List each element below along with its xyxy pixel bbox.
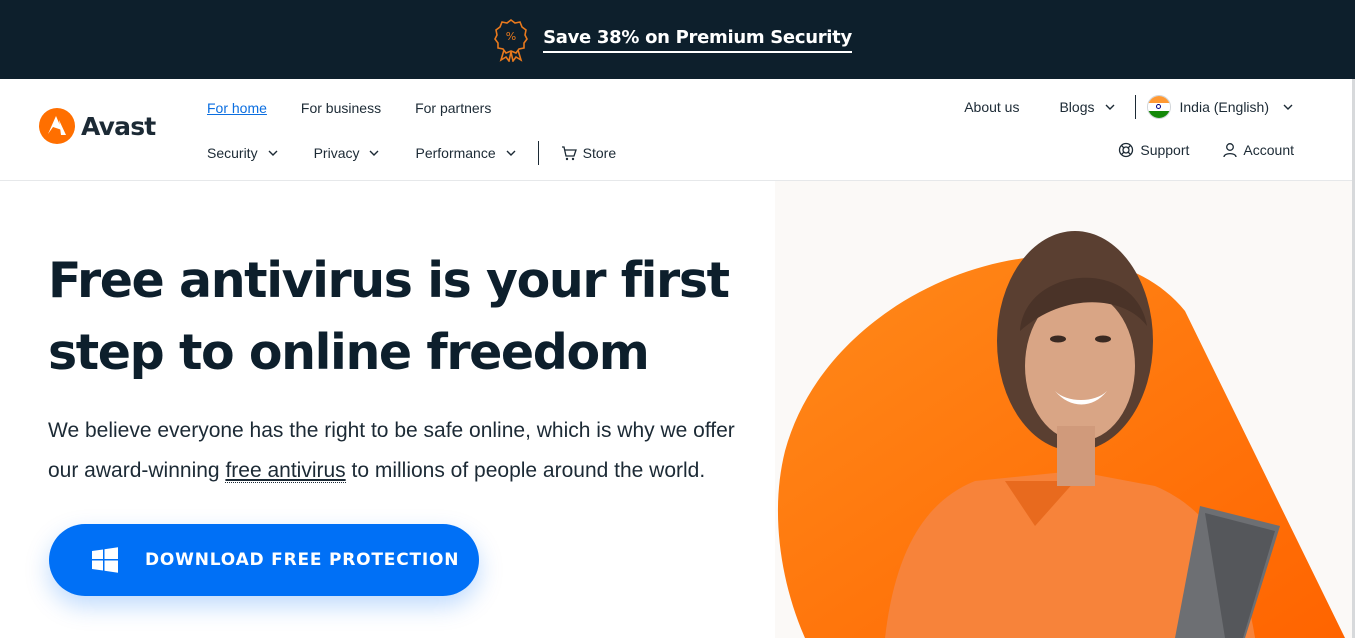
promo-link[interactable]: Save 38% on Premium Security — [543, 27, 852, 53]
chevron-down-icon — [1283, 104, 1293, 110]
nav-security-label: Security — [207, 145, 258, 161]
hero-person-image — [775, 181, 1355, 638]
support-label: Support — [1140, 142, 1190, 158]
hero-illustration — [775, 181, 1355, 638]
about-us-link[interactable]: About us — [964, 99, 1019, 115]
nav-privacy-dropdown[interactable]: Privacy — [314, 145, 380, 161]
utility-divider — [1134, 95, 1136, 119]
blogs-dropdown[interactable]: Blogs — [1059, 99, 1114, 115]
utility-nav: About us Blogs India (English) — [964, 95, 1293, 119]
chevron-down-icon — [369, 150, 379, 156]
download-free-protection-button[interactable]: DOWNLOAD FREE PROTECTION — [49, 524, 479, 596]
svg-text:%: % — [506, 30, 516, 43]
support-link[interactable]: Support — [1118, 142, 1189, 158]
hero-description: We believe everyone has the right to be … — [48, 411, 768, 491]
nav-store-label: Store — [582, 145, 617, 161]
nav-performance-dropdown[interactable]: Performance — [415, 145, 516, 161]
cart-icon — [561, 145, 577, 160]
discount-badge-icon: % — [494, 18, 529, 62]
india-flag-icon — [1146, 95, 1171, 119]
chevron-down-icon — [268, 150, 278, 156]
nav-for-home[interactable]: For home — [207, 100, 267, 116]
locale-label: India (English) — [1179, 99, 1270, 115]
user-icon — [1223, 143, 1238, 158]
nav-security-dropdown[interactable]: Security — [207, 145, 278, 161]
account-label: Account — [1243, 142, 1294, 158]
product-nav: Security Privacy Performance Store — [207, 141, 616, 165]
promo-banner: % Save 38% on Premium Security — [0, 0, 1355, 79]
account-link[interactable]: Account — [1223, 142, 1294, 158]
hero-desc-after: to millions of people around the world. — [345, 459, 706, 482]
locale-selector[interactable]: India (English) — [1146, 95, 1294, 119]
avast-logo-icon — [39, 108, 75, 144]
brand-name: Avast — [81, 111, 156, 141]
chevron-down-icon — [1105, 104, 1114, 110]
chevron-down-icon — [506, 150, 516, 156]
nav-for-business[interactable]: For business — [301, 100, 381, 116]
nav-privacy-label: Privacy — [313, 145, 360, 161]
free-antivirus-link[interactable]: free antivirus — [225, 459, 346, 483]
utility-nav-secondary: Support Account — [1118, 142, 1294, 158]
download-button-label: DOWNLOAD FREE PROTECTION — [145, 550, 460, 570]
nav-for-partners[interactable]: For partners — [415, 100, 491, 116]
blogs-label: Blogs — [1059, 99, 1095, 115]
support-icon — [1119, 142, 1134, 158]
windows-icon — [92, 547, 118, 573]
avast-logo[interactable]: Avast — [39, 108, 156, 144]
nav-store-link[interactable]: Store — [561, 145, 616, 161]
site-header: Avast For home For business For partners… — [0, 79, 1355, 181]
audience-nav: For home For business For partners — [207, 100, 491, 116]
nav-performance-label: Performance — [415, 145, 496, 161]
nav-divider — [537, 141, 539, 165]
promo-content: % Save 38% on Premium Security — [493, 18, 852, 62]
hero-title: Free antivirus is your first step to onl… — [48, 252, 730, 381]
